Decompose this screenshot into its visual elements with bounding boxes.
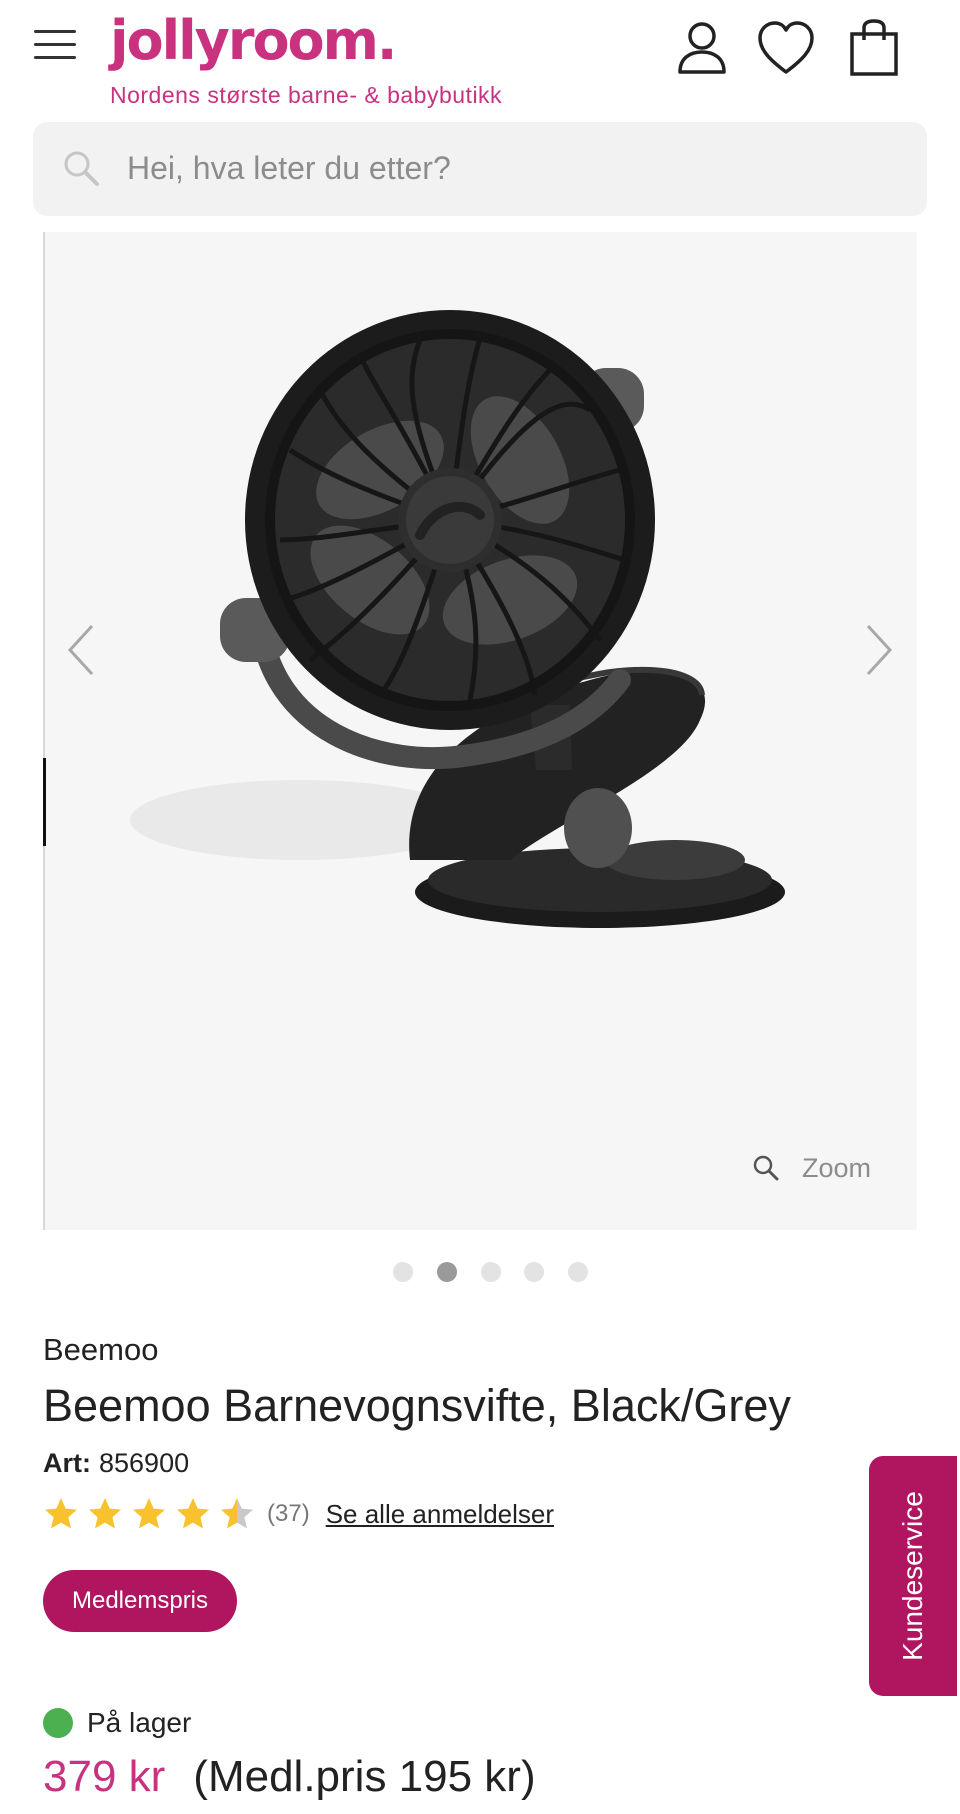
- product-title: Beemoo Barnevognsvifte, Black/Grey: [43, 1380, 791, 1431]
- gallery-pagination: [0, 1262, 960, 1282]
- chevron-left-icon: [67, 624, 94, 676]
- heart-icon[interactable]: [756, 18, 816, 78]
- member-price-badge: Medlemspris: [43, 1570, 237, 1632]
- search-placeholder: Hei, hva leter du etter?: [127, 150, 451, 186]
- user-icon[interactable]: [672, 18, 732, 78]
- site-header: jollyroom. Nordens største barne- & baby…: [0, 0, 960, 120]
- gallery-next-button[interactable]: [858, 620, 898, 680]
- gallery-active-indicator: [43, 758, 46, 846]
- pagination-dot-1[interactable]: [393, 1262, 413, 1282]
- star-icon: [45, 1498, 77, 1529]
- logo[interactable]: jollyroom.: [110, 6, 397, 76]
- search-input[interactable]: Hei, hva leter du etter?: [33, 122, 927, 216]
- star-icon: [89, 1498, 121, 1529]
- search-icon: [64, 151, 99, 186]
- article-value: 856900: [99, 1448, 190, 1478]
- customer-service-button[interactable]: Kundeservice: [869, 1456, 957, 1696]
- see-all-reviews-link[interactable]: Se alle anmeldelser: [326, 1499, 554, 1530]
- gallery-thumbnail-strip: [43, 232, 45, 1230]
- pagination-dot-2[interactable]: [437, 1262, 457, 1282]
- bag-icon[interactable]: [844, 18, 904, 78]
- zoom-label: Zoom: [802, 1152, 872, 1183]
- member-price: (Medl.pris 195 kr): [193, 1752, 536, 1801]
- stock-label: På lager: [87, 1707, 192, 1738]
- stock-status: På lager: [43, 1706, 191, 1740]
- product-price: 379 kr: [43, 1752, 166, 1801]
- half-star-icon: [221, 1498, 253, 1529]
- customer-service-label: Kundeservice: [897, 1491, 928, 1661]
- gallery-prev-button[interactable]: [62, 620, 102, 680]
- price-row: 379 kr (Medl.pris 195 kr): [43, 1752, 536, 1808]
- pagination-dot-3[interactable]: [481, 1262, 501, 1282]
- review-count: (37): [267, 1500, 310, 1527]
- chevron-right-icon: [866, 624, 893, 676]
- article-label: Art:: [43, 1448, 91, 1478]
- tagline: Nordens største barne- & babybutikk: [110, 82, 503, 108]
- star-icon: [133, 1498, 165, 1529]
- pagination-dot-5[interactable]: [568, 1262, 588, 1282]
- product-brand[interactable]: Beemoo: [43, 1332, 158, 1368]
- product-rating: (37) Se alle anmeldelser: [43, 1494, 554, 1534]
- menu-icon[interactable]: [34, 30, 78, 62]
- product-image: [130, 310, 785, 928]
- pagination-dot-4[interactable]: [524, 1262, 544, 1282]
- in-stock-indicator: [43, 1708, 73, 1738]
- zoom-button[interactable]: Zoom: [752, 1148, 871, 1188]
- star-icon: [177, 1498, 209, 1529]
- article-number: Art: 856900: [43, 1448, 189, 1479]
- magnifier-icon: [753, 1155, 779, 1181]
